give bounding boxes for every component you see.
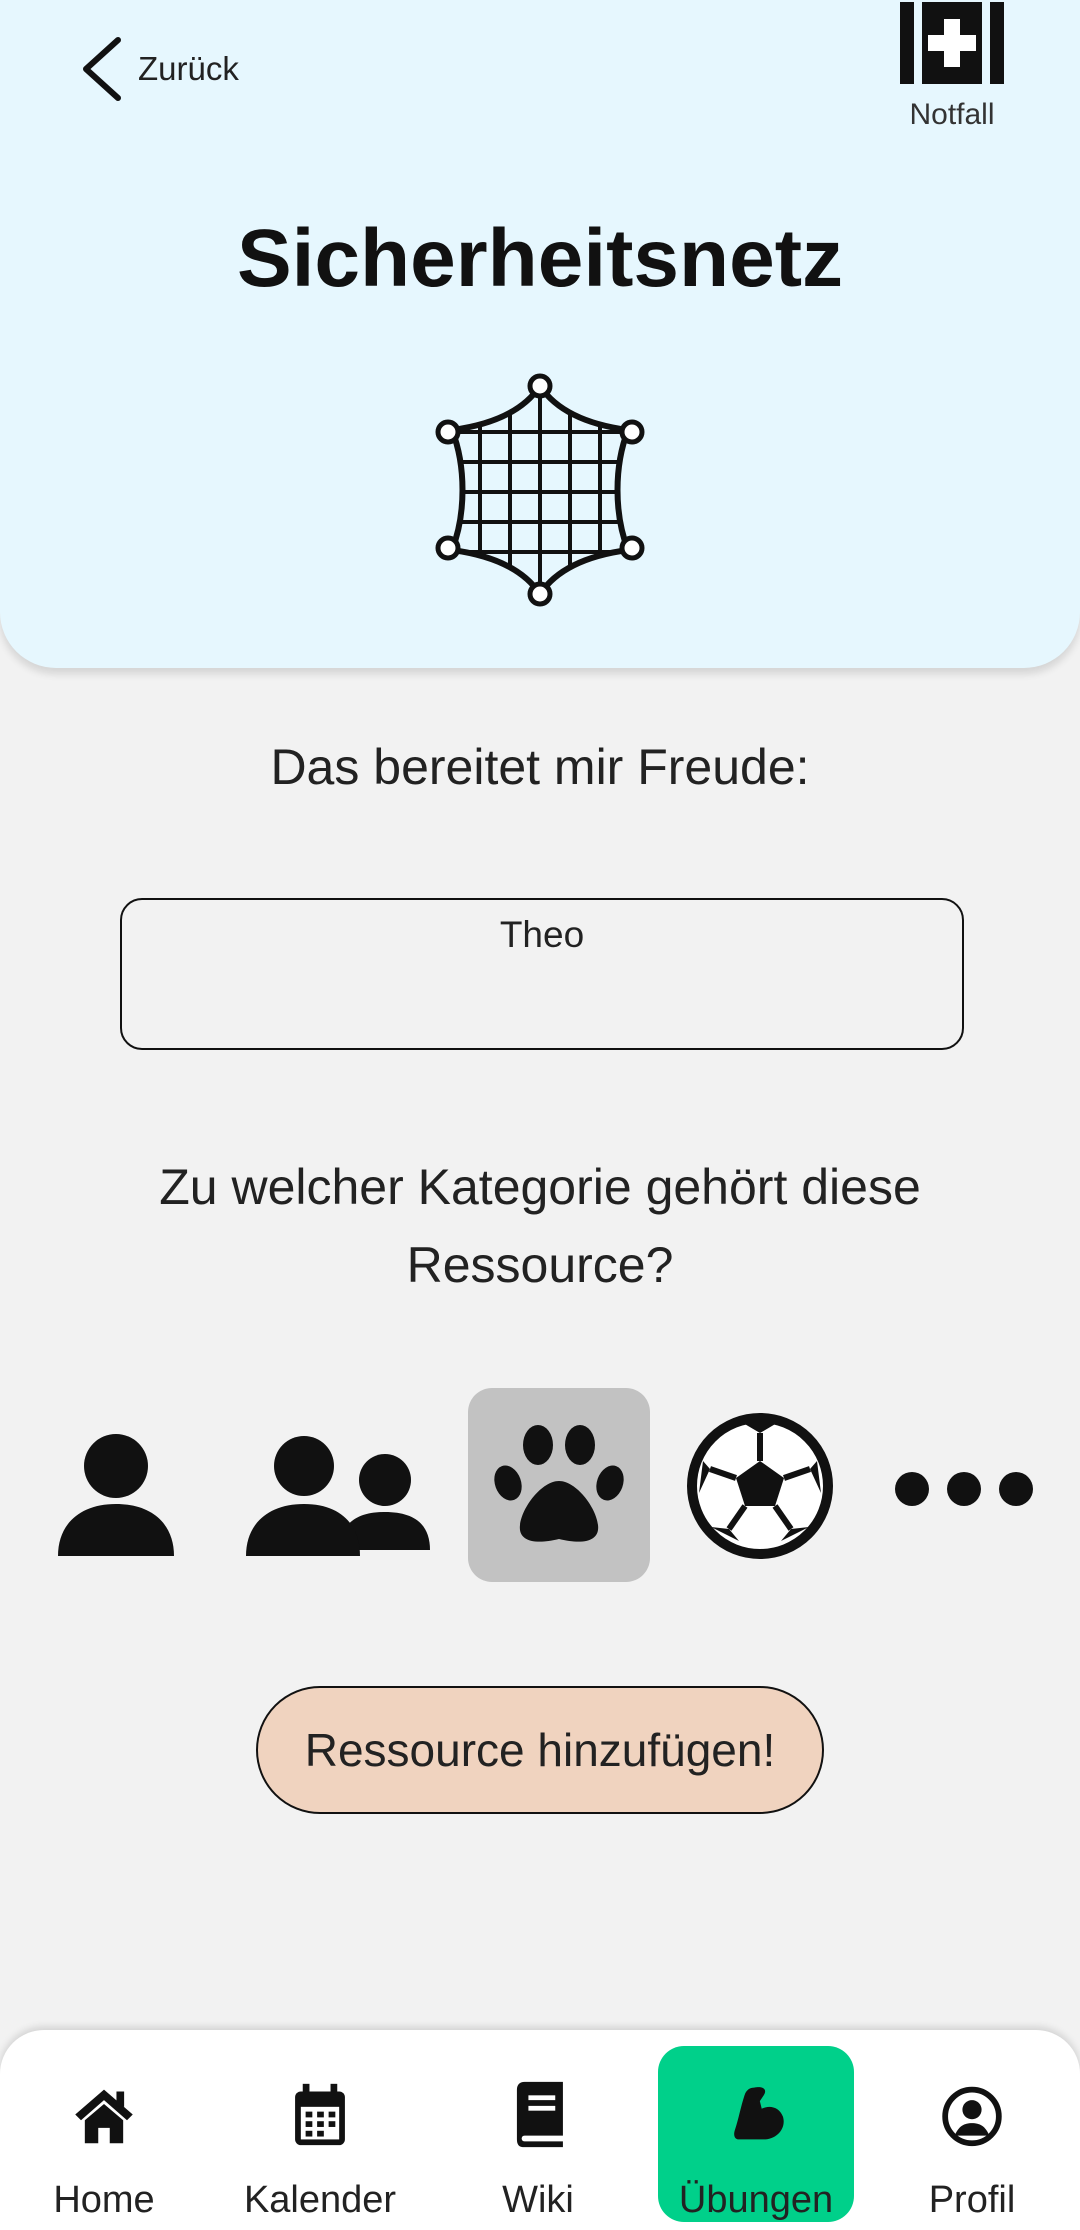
nav-profile[interactable]: Profil: [874, 2046, 1070, 2222]
category-pet[interactable]: [468, 1388, 650, 1582]
nav-label: Home: [53, 2179, 155, 2221]
category-people[interactable]: [246, 1426, 432, 1556]
nav-label: Übungen: [678, 2179, 834, 2221]
more-icon: [895, 1472, 1033, 1506]
nav-exercises[interactable]: Übungen: [658, 2046, 854, 2222]
profile-icon: [942, 2086, 1002, 2147]
paw-icon: [494, 1425, 624, 1542]
category-more[interactable]: [892, 1462, 1036, 1516]
calendar-icon: [295, 2083, 345, 2146]
category-selector: [0, 1380, 1080, 1582]
category-question: Zu welcher Kategorie gehört diese Ressou…: [159, 1159, 921, 1293]
resource-input[interactable]: Theo: [120, 898, 964, 1050]
first-aid-kit-icon: [900, 2, 1004, 84]
page-title: Sicherheitsnetz: [236, 213, 844, 304]
soccer-ball-icon: [687, 1413, 833, 1559]
book-icon: [516, 2081, 563, 2148]
category-person[interactable]: [54, 1426, 178, 1556]
prompt-text: Das bereitet mir Freude:: [270, 739, 810, 795]
person-icon: [58, 1434, 174, 1556]
nav-label: Profil: [928, 2179, 1016, 2221]
category-sport[interactable]: [684, 1410, 836, 1562]
nav-label: Kalender: [243, 2179, 397, 2221]
screen: Zurück Notfall Sicherheitsnetz Das berei…: [0, 0, 1080, 2230]
nav-label: Wiki: [502, 2179, 574, 2221]
emergency-button[interactable]: Notfall: [896, 2, 1008, 142]
emergency-label: Notfall: [909, 98, 995, 131]
header: Zurück Notfall Sicherheitsnetz: [0, 0, 1080, 668]
safety-net-icon: [435, 373, 645, 607]
bottom-nav: Home Kalender Wiki Übungen Profil: [0, 2030, 1080, 2230]
back-label: Zurück: [138, 50, 239, 87]
add-resource-button[interactable]: Ressource hinzufügen!: [256, 1686, 824, 1814]
nav-wiki[interactable]: Wiki: [440, 2046, 636, 2222]
chevron-left-icon: [83, 37, 121, 101]
back-button[interactable]: Zurück: [74, 34, 239, 104]
home-icon: [75, 2089, 133, 2144]
nav-calendar[interactable]: Kalender: [222, 2046, 418, 2222]
people-icon: [246, 1432, 430, 1556]
muscle-icon: [734, 2087, 784, 2140]
nav-home[interactable]: Home: [6, 2046, 202, 2222]
